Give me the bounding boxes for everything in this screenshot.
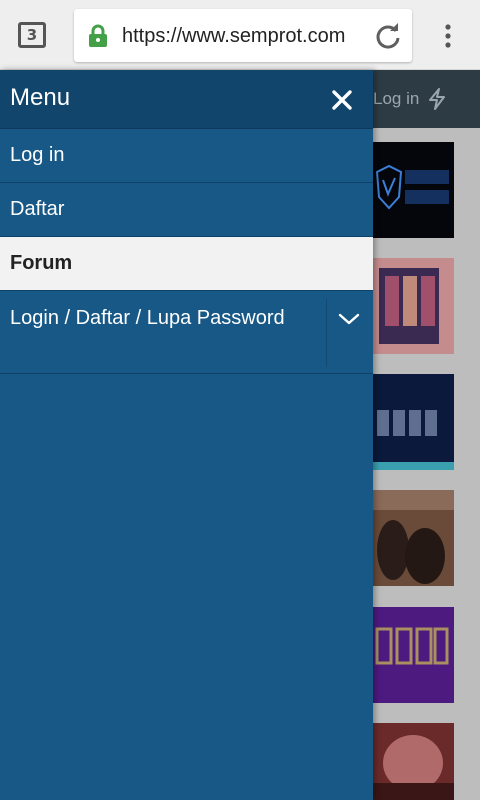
- drawer-header: Menu: [0, 70, 373, 129]
- browser-toolbar: 3 https://www.semprot.com: [0, 0, 480, 70]
- flash-icon[interactable]: [427, 88, 447, 110]
- close-icon[interactable]: [330, 88, 354, 112]
- thumbnail-image: [373, 374, 454, 470]
- navigation-drawer: Menu Log in Daftar Forum Login / Daftar …: [0, 70, 373, 800]
- menu-item-account[interactable]: Login / Daftar / Lupa Password: [0, 291, 373, 374]
- thumbnail-image: [373, 607, 454, 703]
- thumbnail[interactable]: [373, 607, 454, 703]
- page-login-link[interactable]: Log in: [373, 89, 419, 109]
- reload-icon[interactable]: [374, 22, 402, 50]
- menu-item-forum[interactable]: Forum: [0, 237, 373, 291]
- menu-item-daftar[interactable]: Daftar: [0, 183, 373, 237]
- menu-item-label: Forum: [10, 252, 73, 274]
- page-header: Log in: [373, 70, 480, 128]
- thumbnail[interactable]: [373, 374, 454, 470]
- thumbnail[interactable]: [373, 723, 454, 800]
- lock-icon: [89, 24, 107, 47]
- address-bar[interactable]: https://www.semprot.com: [74, 9, 412, 62]
- thumbnail[interactable]: [373, 490, 454, 586]
- thumbnail-image: [375, 164, 449, 210]
- menu-item-label: Daftar: [10, 198, 65, 220]
- menu-item-log-in[interactable]: Log in: [0, 129, 373, 183]
- thumbnail[interactable]: [373, 258, 454, 354]
- thumbnail-image: [373, 490, 454, 586]
- drawer-title: Menu: [10, 84, 71, 111]
- thumbnail-image: [373, 723, 454, 800]
- tab-switcher-button[interactable]: 3: [18, 22, 46, 48]
- chevron-down-icon[interactable]: [336, 309, 362, 329]
- thumbnail[interactable]: [373, 142, 454, 238]
- menu-item-label: Login / Daftar / Lupa Password: [10, 307, 285, 329]
- thumbnail-image: [373, 258, 454, 354]
- tab-count: 3: [26, 26, 38, 44]
- url-text[interactable]: https://www.semprot.com: [122, 23, 372, 49]
- divider: [326, 299, 327, 367]
- menu-item-label: Log in: [10, 144, 65, 166]
- overflow-menu-icon[interactable]: [438, 22, 458, 50]
